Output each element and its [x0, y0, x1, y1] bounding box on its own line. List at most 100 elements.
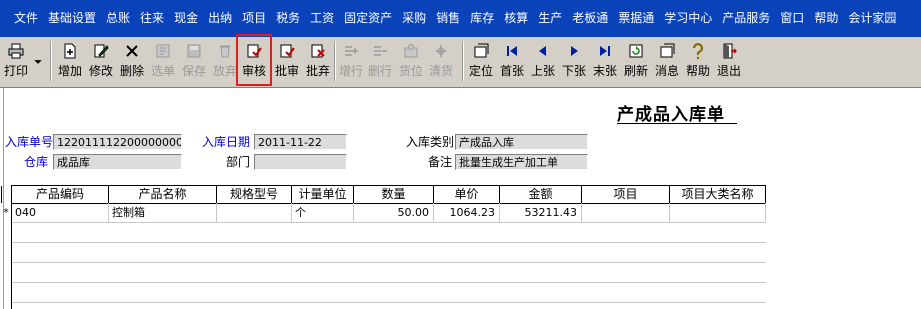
exit-button[interactable]: 退出 [714, 40, 744, 82]
menu-boss[interactable]: 老板通 [567, 0, 613, 37]
delete-icon [126, 45, 138, 57]
date-label: 入库日期 [202, 135, 251, 149]
refresh-icon [629, 44, 643, 58]
menu-payroll[interactable]: 工资 [305, 0, 339, 37]
doc-no-label: 入库单号 [5, 135, 54, 149]
cargo-icon [404, 44, 418, 58]
next-record-button[interactable]: 下张 [559, 40, 589, 82]
cell-unit[interactable]: 个 [292, 203, 354, 222]
cell-unit-price[interactable]: 1064.23 [434, 203, 500, 222]
printer-icon [8, 43, 24, 59]
menu-cash[interactable]: 现金 [169, 0, 203, 37]
print-dropdown[interactable] [31, 40, 45, 82]
menu-invoices[interactable]: 票据通 [613, 0, 659, 37]
col-unit[interactable]: 计量单位 [292, 186, 354, 203]
table-row[interactable] [12, 243, 766, 263]
clear-icon [436, 45, 446, 57]
menu-general-ledger[interactable]: 总账 [101, 0, 135, 37]
col-unit-price[interactable]: 单价 [434, 186, 500, 203]
table-row[interactable] [12, 263, 766, 283]
type-field[interactable]: 产成品入库 [455, 134, 588, 150]
add-row-icon [345, 46, 358, 56]
message-button[interactable]: 消息 [652, 40, 682, 82]
previous-record-button[interactable]: 上张 [528, 40, 558, 82]
last-icon [600, 46, 610, 56]
toolbar-separator [50, 41, 52, 81]
table-row[interactable] [12, 283, 766, 303]
col-spec[interactable]: 规格型号 [217, 186, 292, 203]
batch-discard-button[interactable]: 批弃 [303, 40, 333, 82]
col-amount[interactable]: 金额 [500, 186, 582, 203]
col-quantity[interactable]: 数量 [354, 186, 434, 203]
detail-grid: 产品编码 产品名称 规格型号 计量单位 数量 单价 金额 项目 项目大类名称 *… [1, 185, 766, 309]
menu-inventory[interactable]: 库存 [465, 0, 499, 37]
print-button[interactable]: 打印 [2, 40, 30, 82]
save-icon [187, 44, 201, 58]
doc-no-field[interactable]: 12201111220000000004 [53, 134, 182, 150]
menu-costing[interactable]: 核算 [499, 0, 533, 37]
chevron-down-icon [34, 60, 42, 64]
batch-discard-icon [311, 44, 325, 58]
menu-file[interactable]: 文件 [0, 0, 43, 37]
first-icon [507, 46, 517, 56]
select-order-button[interactable]: 选单 [148, 40, 178, 82]
menu-product-service[interactable]: 产品服务 [717, 0, 775, 37]
cell-project[interactable] [582, 203, 670, 222]
note-field[interactable]: 批量生成生产加工单 [455, 154, 588, 170]
menu-help[interactable]: 帮助 [809, 0, 843, 37]
help-button[interactable]: 帮助 [683, 40, 713, 82]
table-row[interactable] [12, 223, 766, 243]
menu-tax[interactable]: 税务 [271, 0, 305, 37]
refresh-button[interactable]: 刷新 [621, 40, 651, 82]
previous-icon [539, 46, 546, 56]
first-record-button[interactable]: 首张 [497, 40, 527, 82]
menu-project[interactable]: 项目 [237, 0, 271, 37]
menu-purchase[interactable]: 采购 [397, 0, 431, 37]
add-button[interactable]: 增加 [55, 40, 85, 82]
edit-button[interactable]: 修改 [86, 40, 116, 82]
table-row[interactable]: * 040 控制箱 个 50.00 1064.23 53211.43 [3, 203, 766, 223]
date-field[interactable]: 2011-11-22 [254, 134, 347, 150]
menu-basic-settings[interactable]: 基础设置 [43, 0, 101, 37]
batch-audit-icon [280, 44, 295, 58]
clear-goods-button[interactable]: 清货 [426, 40, 456, 82]
cell-quantity[interactable]: 50.00 [354, 203, 434, 222]
save-button[interactable]: 保存 [179, 40, 209, 82]
add-row-button[interactable]: 增行 [336, 40, 366, 82]
row-marker-header [1, 186, 12, 203]
col-project[interactable]: 项目 [582, 186, 670, 203]
warehouse-label: 仓库 [24, 155, 49, 169]
cell-product-code[interactable]: 040 [12, 203, 109, 222]
col-product-name[interactable]: 产品名称 [109, 186, 217, 203]
batch-audit-button[interactable]: 批审 [272, 40, 302, 82]
type-label: 入库类别 [406, 135, 455, 149]
dept-field[interactable] [254, 154, 347, 170]
last-record-button[interactable]: 末张 [590, 40, 620, 82]
grid-header: 产品编码 产品名称 规格型号 计量单位 数量 单价 金额 项目 项目大类名称 [1, 185, 766, 204]
menu-learning[interactable]: 学习中心 [659, 0, 717, 37]
col-product-code[interactable]: 产品编码 [12, 186, 109, 203]
cell-project-category[interactable] [670, 203, 766, 222]
menu-production[interactable]: 生产 [533, 0, 567, 37]
delete-row-button[interactable]: 删行 [365, 40, 395, 82]
document-form: 产成品入库单 入库单号 12201111220000000004 入库日期 20… [0, 88, 921, 309]
menu-accounts[interactable]: 往来 [135, 0, 169, 37]
menu-window[interactable]: 窗口 [775, 0, 809, 37]
cargo-position-button[interactable]: 货位 [396, 40, 426, 82]
col-project-category[interactable]: 项目大类名称 [670, 186, 766, 203]
menu-fixed-assets[interactable]: 固定资产 [339, 0, 397, 37]
delete-button[interactable]: 删除 [117, 40, 147, 82]
warehouse-field[interactable]: 成品库 [53, 154, 182, 170]
locate-button[interactable]: 定位 [466, 40, 496, 82]
audit-highlight-box [236, 34, 272, 86]
cell-amount[interactable]: 53211.43 [500, 203, 582, 222]
menu-community[interactable]: 会计家园 [843, 0, 901, 37]
cell-spec[interactable] [217, 203, 292, 222]
note-label: 备注 [428, 155, 453, 169]
page-title: 产成品入库单 [617, 105, 725, 125]
menu-cashier[interactable]: 出纳 [203, 0, 237, 37]
menu-sales[interactable]: 销售 [431, 0, 465, 37]
select-icon [156, 44, 170, 58]
row-marker: * [3, 206, 9, 219]
cell-product-name[interactable]: 控制箱 [109, 203, 217, 222]
